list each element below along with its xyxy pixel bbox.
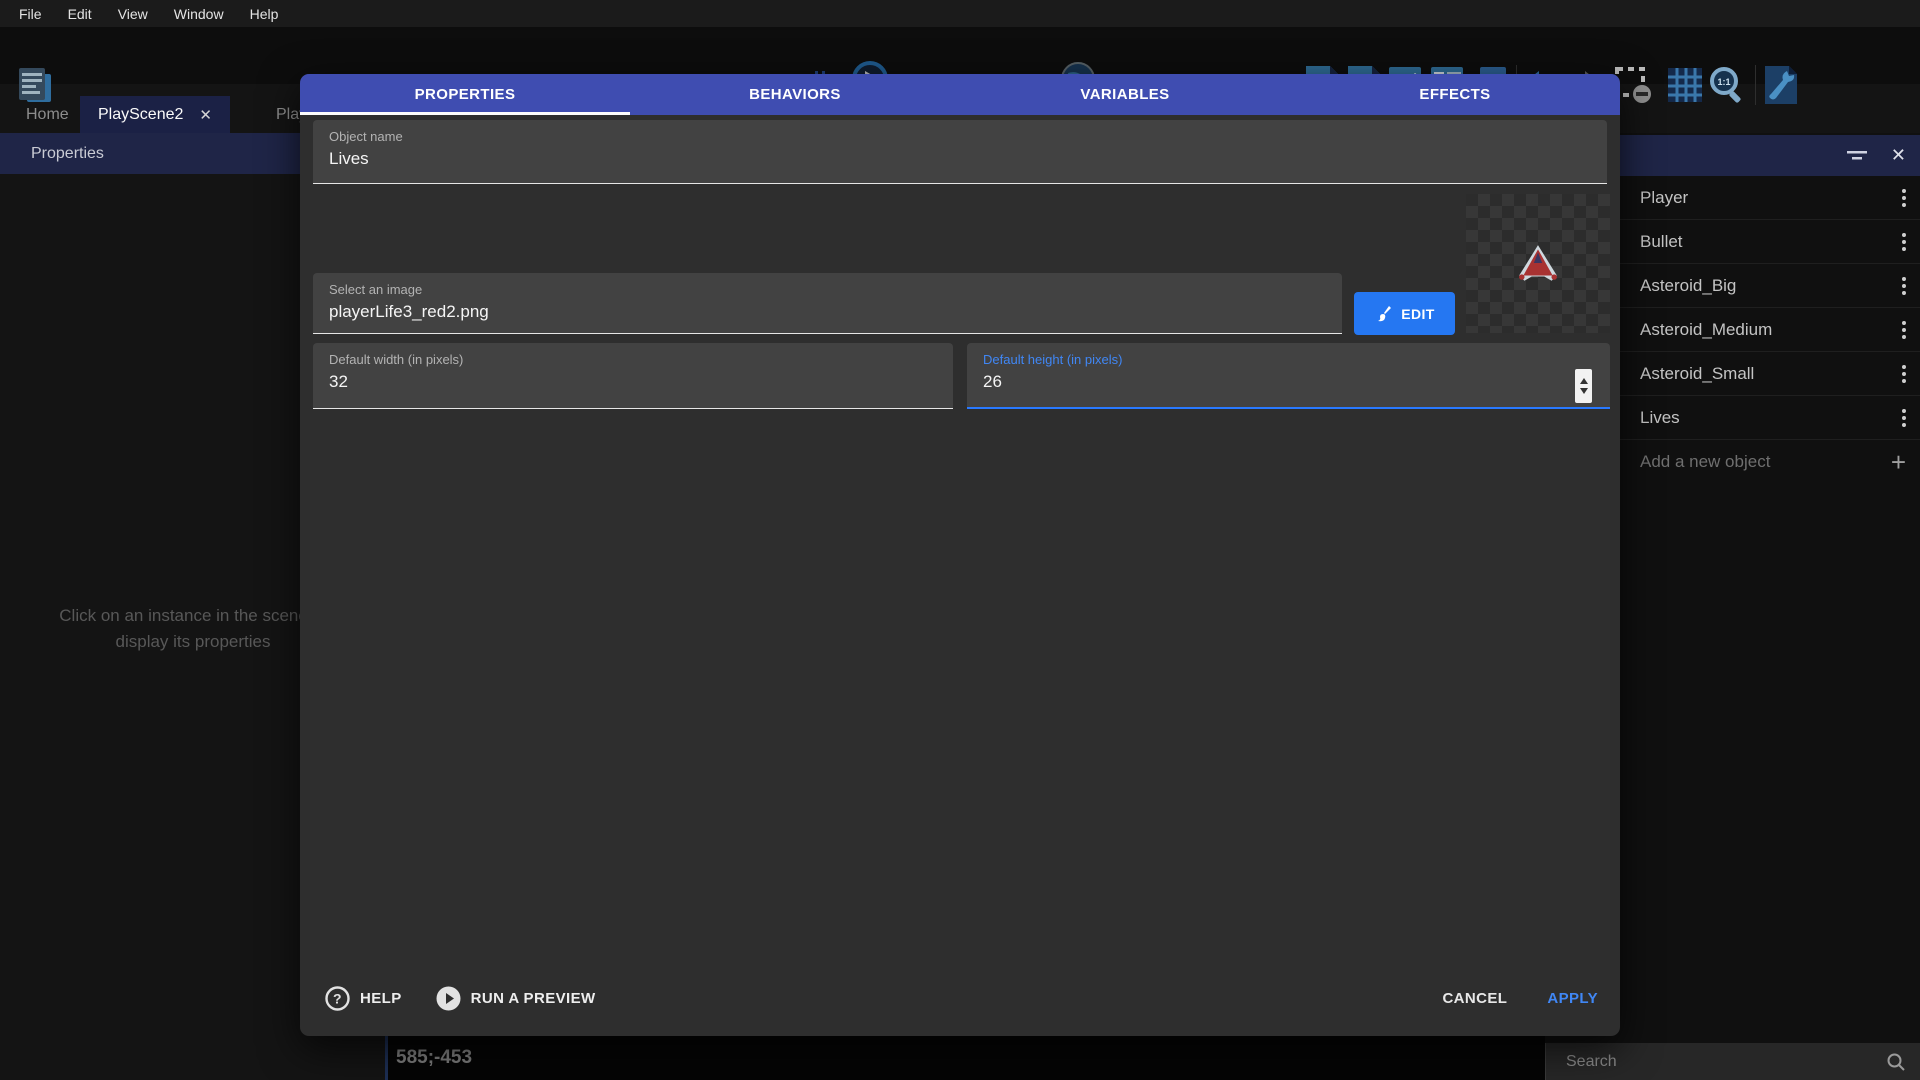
- edit-image-button[interactable]: EDIT: [1354, 292, 1455, 335]
- default-width-field[interactable]: Default width (in pixels): [313, 343, 953, 409]
- apply-button[interactable]: APPLY: [1547, 990, 1598, 1007]
- close-icon[interactable]: ✕: [1891, 145, 1906, 166]
- kebab-menu-icon[interactable]: [1902, 409, 1906, 427]
- number-spinner[interactable]: [1575, 369, 1592, 403]
- filter-icon[interactable]: [1847, 149, 1867, 163]
- brush-icon: [1374, 305, 1392, 323]
- object-label: Player: [1640, 188, 1688, 208]
- project-manager-icon[interactable]: [10, 63, 58, 107]
- help-button-label: HELP: [360, 990, 402, 1007]
- kebab-menu-icon[interactable]: [1902, 277, 1906, 295]
- tab-home-label: Home: [26, 106, 69, 124]
- default-height-input[interactable]: [983, 372, 1594, 392]
- menu-help[interactable]: Help: [239, 2, 290, 26]
- kebab-menu-icon[interactable]: [1902, 321, 1906, 339]
- help-icon: ?: [325, 986, 350, 1011]
- object-label: Lives: [1640, 408, 1680, 428]
- default-width-label: Default width (in pixels): [329, 352, 937, 367]
- edit-button-label: EDIT: [1401, 306, 1435, 322]
- sprite-preview-thumbnail[interactable]: [1466, 194, 1610, 333]
- svg-text:1:1: 1:1: [1717, 77, 1730, 87]
- tab-variables[interactable]: VARIABLES: [960, 74, 1290, 115]
- kebab-menu-icon[interactable]: [1902, 365, 1906, 383]
- object-name-field[interactable]: Object name: [313, 120, 1607, 184]
- tab-properties[interactable]: PROPERTIES: [300, 74, 630, 115]
- tab-playscene2[interactable]: PlayScene2 ✕: [80, 96, 230, 133]
- menu-edit[interactable]: Edit: [57, 2, 103, 26]
- object-label: Asteroid_Medium: [1640, 320, 1772, 340]
- application-window: File Edit View Window Help: [0, 0, 1920, 1080]
- default-width-input[interactable]: [329, 372, 937, 392]
- select-image-input[interactable]: [329, 302, 1326, 322]
- panel-divider: [385, 1035, 388, 1080]
- run-preview-label: RUN A PREVIEW: [471, 990, 596, 1007]
- object-label: Asteroid_Big: [1640, 276, 1736, 296]
- object-name-label: Object name: [329, 129, 1591, 144]
- dialog-footer: ? HELP RUN A PREVIEW CANCEL APPLY: [300, 978, 1620, 1018]
- kebab-menu-icon[interactable]: [1902, 233, 1906, 251]
- cursor-coordinates: 585;-453: [396, 1047, 472, 1069]
- zoom-original-icon[interactable]: 1:1: [1707, 63, 1747, 107]
- default-height-field[interactable]: Default height (in pixels): [967, 343, 1610, 409]
- search-input[interactable]: [1566, 1053, 1886, 1071]
- grid-icon[interactable]: [1665, 63, 1705, 107]
- menu-view[interactable]: View: [107, 2, 159, 26]
- scene-editor-strip: 585;-453: [386, 1035, 1545, 1080]
- cancel-button[interactable]: CANCEL: [1442, 990, 1507, 1007]
- help-button[interactable]: ? HELP: [325, 986, 402, 1011]
- object-label: Asteroid_Small: [1640, 364, 1754, 384]
- run-preview-icon: [436, 986, 461, 1011]
- plus-icon: +: [1891, 452, 1906, 472]
- menu-bar: File Edit View Window Help: [0, 0, 1920, 27]
- tab-effects[interactable]: EFFECTS: [1290, 74, 1620, 115]
- spinner-down-icon[interactable]: [1580, 388, 1588, 394]
- menu-window[interactable]: Window: [163, 2, 235, 26]
- default-height-label: Default height (in pixels): [983, 352, 1594, 367]
- ship-sprite: [1515, 243, 1561, 285]
- select-image-field[interactable]: Select an image: [313, 273, 1342, 334]
- toolbar-separator: [1755, 65, 1756, 105]
- tab-playscene2-label: PlayScene2: [98, 106, 183, 124]
- dialog-tab-bar: PROPERTIES BEHAVIORS VARIABLES EFFECTS: [300, 74, 1620, 115]
- search-icon[interactable]: [1886, 1052, 1906, 1072]
- menu-file[interactable]: File: [8, 2, 53, 26]
- svg-text:?: ?: [333, 990, 342, 1006]
- objects-search-bar: [1545, 1043, 1920, 1080]
- run-preview-button[interactable]: RUN A PREVIEW: [436, 986, 596, 1011]
- properties-panel-title: Properties: [31, 145, 104, 163]
- object-label: Bullet: [1640, 232, 1683, 252]
- tab-behaviors[interactable]: BEHAVIORS: [630, 74, 960, 115]
- select-image-label: Select an image: [329, 282, 1326, 297]
- kebab-menu-icon[interactable]: [1902, 189, 1906, 207]
- tab-close-icon[interactable]: ✕: [199, 106, 212, 124]
- project-settings-icon[interactable]: [1760, 63, 1800, 107]
- spinner-up-icon[interactable]: [1580, 378, 1588, 384]
- add-object-label: Add a new object: [1640, 452, 1770, 472]
- object-editor-dialog: PROPERTIES BEHAVIORS VARIABLES EFFECTS O…: [300, 74, 1620, 1036]
- object-name-input[interactable]: [329, 149, 1591, 169]
